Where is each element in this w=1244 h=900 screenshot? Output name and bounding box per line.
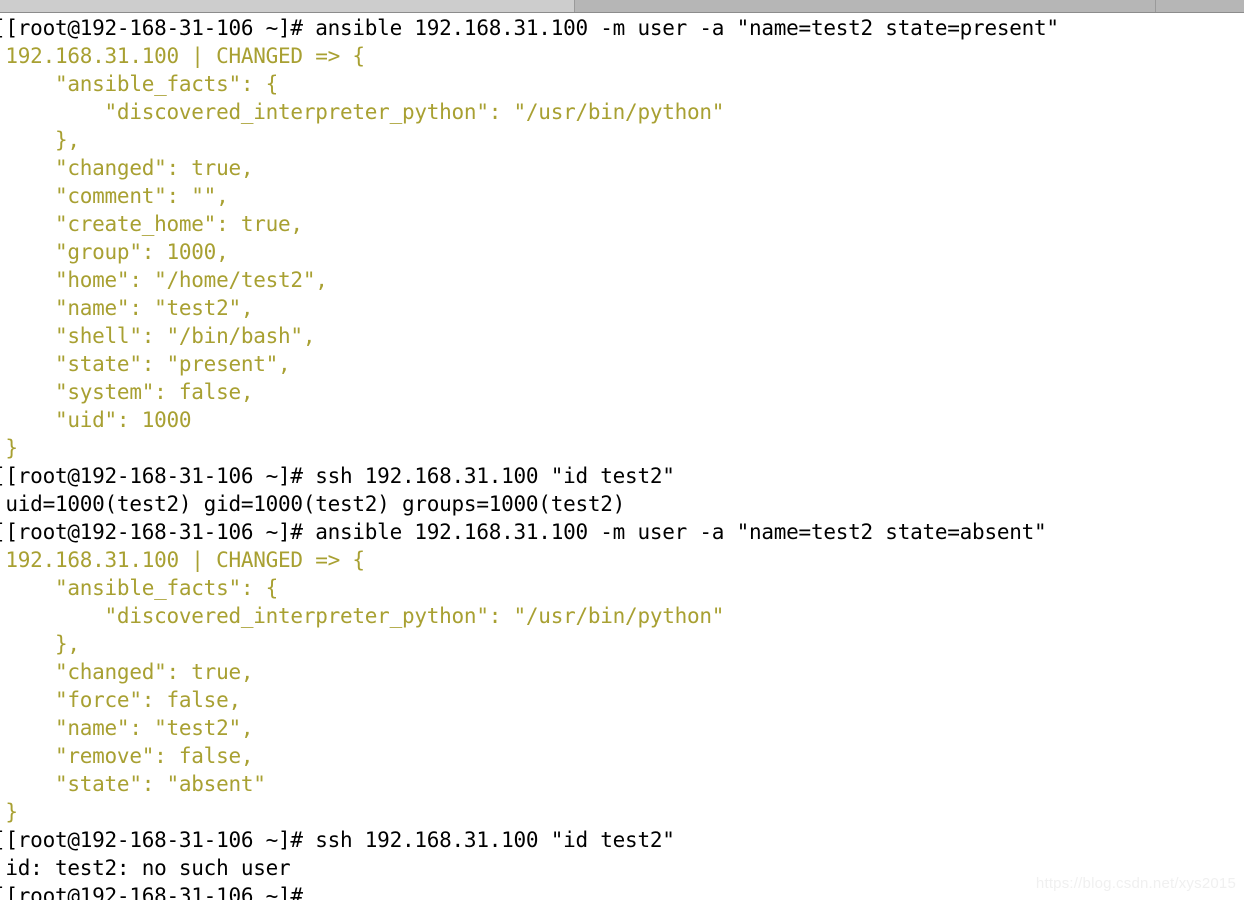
terminal-line: uid=1000(test2) gid=1000(test2) groups=1… [0, 492, 626, 516]
terminal-line: "uid": 1000 [0, 408, 192, 432]
terminal-line: "group": 1000, [0, 240, 229, 264]
terminal-line: "changed": true, [0, 660, 254, 684]
terminal-output-area[interactable]: [[root@192-168-31-106 ~]# ansible 192.16… [0, 14, 1244, 900]
terminal-line: "discovered_interpreter_python": "/usr/b… [0, 604, 725, 628]
terminal-line: "state": "absent" [0, 772, 266, 796]
terminal-line: "shell": "/bin/bash", [0, 324, 316, 348]
terminal-line: "name": "test2", [0, 296, 254, 320]
terminal-line: "create_home": true, [0, 212, 303, 236]
terminal-line: }, [0, 632, 80, 656]
terminal-line: 192.168.31.100 | CHANGED => { [0, 44, 365, 68]
terminal-line: [[root@192-168-31-106 ~]# ansible 192.16… [0, 520, 1047, 544]
terminal-line: "comment": "", [0, 184, 229, 208]
terminal-line: [[root@192-168-31-106 ~]# ansible 192.16… [0, 16, 1059, 40]
terminal-line: "changed": true, [0, 156, 254, 180]
terminal-line: 192.168.31.100 | CHANGED => { [0, 548, 365, 572]
terminal-line: "system": false, [0, 380, 254, 404]
terminal-line: "name": "test2", [0, 716, 254, 740]
terminal-line: "home": "/home/test2", [0, 268, 328, 292]
terminal-line: "discovered_interpreter_python": "/usr/b… [0, 100, 725, 124]
terminal-line: "state": "present", [0, 352, 291, 376]
horizontal-scrollbar-track[interactable] [0, 0, 1244, 13]
terminal-line: } [5, 800, 18, 824]
terminal-line: "remove": false, [0, 744, 254, 768]
terminal-line: }, [0, 128, 80, 152]
terminal-line: [[root@192-168-31-106 ~]# ssh 192.168.31… [0, 464, 675, 488]
terminal-line: "ansible_facts": { [0, 72, 279, 96]
horizontal-scrollbar-thumb[interactable] [0, 0, 575, 12]
scrollbar-end-divider [1155, 0, 1156, 12]
terminal-line: "ansible_facts": { [0, 576, 279, 600]
csdn-watermark: https://blog.csdn.net/xys2015 [1035, 875, 1236, 892]
terminal-line: "force": false, [0, 688, 241, 712]
terminal-line: [[root@192-168-31-106 ~]# ssh 192.168.31… [0, 828, 675, 852]
terminal-line: } [5, 436, 18, 460]
